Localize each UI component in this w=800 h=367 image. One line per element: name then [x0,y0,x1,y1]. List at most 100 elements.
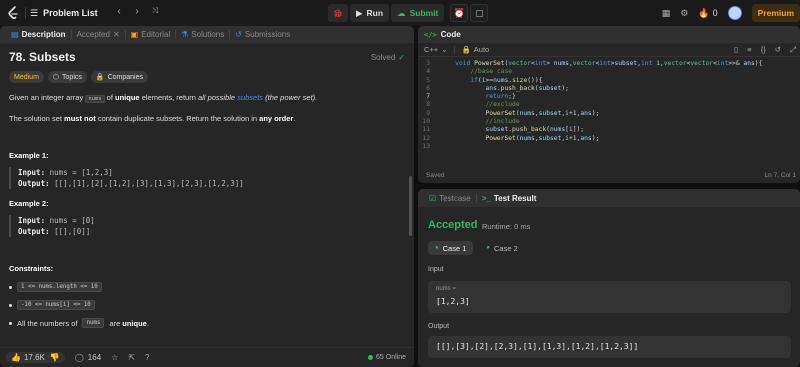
input-value: [1,2,3] [436,297,470,306]
leetcode-logo-icon[interactable] [5,5,21,21]
subsets-link[interactable]: subsets [237,93,263,102]
tab-solutions[interactable]: ⚗ Solutions [176,26,229,43]
problem-description: 78. Subsets Solved ✓ Medium ⬡ Topics 🔒 Com… [0,43,414,334]
run-button[interactable]: ▶ Run [350,4,390,22]
solved-label: Solved [370,52,396,62]
text: (the power set). [265,93,318,102]
expand-icon[interactable]: ⤢ [790,45,796,55]
notes-button[interactable]: ▢ [470,4,489,22]
language-label: C++ [424,45,439,54]
fire-icon[interactable]: 🔥 0 [698,8,717,19]
text: Given an integer array [9,93,84,102]
tab-label: Accepted [76,30,110,39]
line-number: 13 [422,142,430,150]
case-tabs: ● Case 1 ● Case 2 [428,241,525,255]
output-value: [[],[3],[2],[2,3],[1],[1,3],[1,2],[1,2,3… [436,342,639,351]
tab-label: Test Result [493,193,537,203]
problem-statement: Given an integer array nums of unique el… [9,92,405,105]
scrollbar[interactable] [409,176,412,236]
description-panel: ▤ Description Accepted ✕ ▣ Editorial ⚗ S… [0,26,414,367]
timer-button[interactable]: ⏰ [450,4,469,22]
tab-testcase[interactable]: ☑ Testcase [424,190,476,207]
code-text: PowerSet(nums,subset,i+1,ans); [485,134,600,142]
text: All the numbers of [17,318,78,328]
code-line: 5 if(i>=nums.size()){ [418,77,800,85]
pass-dot-icon: ● [486,245,491,251]
constraint-item: -10 <= nums[i] <= 10 [9,300,405,310]
divider [25,7,26,19]
case-1-tab[interactable]: ● Case 1 [428,241,474,255]
output-label: Output [428,323,450,330]
inline-code: nums [85,95,105,103]
line-number: 11 [422,126,430,134]
debug-button[interactable]: 🐞 [328,4,348,22]
shuffle-icon[interactable]: ⤨ [149,6,161,17]
terminal-icon: >_ [481,193,491,203]
bookmark-icon[interactable]: ▯ [734,45,738,55]
code-line: 8 //exclude [418,101,800,109]
code-lines[interactable]: 3 void PowerSet(vector<int> nums,vector<… [418,57,800,151]
auto-mode[interactable]: 🔒 Auto [461,45,489,54]
flask-icon: ⚗ [181,30,189,39]
companies-tag[interactable]: 🔒 Companies [90,71,149,83]
top-navbar: ☰ Problem List ‹ › ⤨ 🐞 ▶ Run ☁ Submit ⏰ … [0,0,800,26]
star-icon[interactable]: ☆ [111,353,118,362]
example-output: [[],[0]] [54,227,91,236]
code-text: void PowerSet(vector<int> nums,vector<in… [440,60,763,67]
submit-button[interactable]: ☁ Submit [391,4,445,22]
problem-list-button[interactable]: ☰ Problem List [30,6,98,20]
topics-label: Topics [62,73,82,81]
like-dislike: 👍 17.6K 👎 [6,352,65,363]
prev-problem-icon[interactable]: ‹ [113,6,125,17]
code-editor-panel: </> Code C++ ⌄ | 🔒 Auto ▯ ≡ {} ↺ ⤢ 3 void … [418,26,800,183]
language-select[interactable]: C++ ⌄ [424,45,447,54]
tab-label: Testcase [439,193,471,203]
input-label: Input [428,266,444,273]
text: elements, return [141,93,196,102]
thumbs-down-icon[interactable]: 👎 [50,353,60,362]
settings-icon[interactable]: ⚙ [680,8,688,19]
next-problem-icon[interactable]: › [131,6,143,17]
close-icon[interactable]: ✕ [113,30,120,39]
tab-description[interactable]: ▤ Description [6,26,71,43]
code-line: 6 ans.push_back(subset); [418,85,800,93]
difficulty-badge[interactable]: Medium [9,71,44,83]
braces-icon[interactable]: {} [761,45,766,55]
text: all possible [198,93,236,102]
code-line: 10 //include [418,118,800,126]
online-label: 65 Online [376,354,406,361]
avatar[interactable] [727,6,742,20]
thumbs-up-icon[interactable]: 👍 17.6K [11,353,45,362]
text: any order [259,114,294,123]
constraint-code: nums [82,318,105,328]
format-icon[interactable]: ≡ [747,45,751,55]
example-2: Input: nums = [0] Output: [[],[0]] [9,215,405,237]
case-2-tab[interactable]: ● Case 2 [479,241,524,255]
tab-editorial[interactable]: ▣ Editorial [126,26,175,43]
tab-accepted[interactable]: Accepted ✕ [72,26,125,43]
tab-test-result[interactable]: >_ Test Result [477,190,542,207]
result-status: Accepted [428,219,478,231]
line-number: 4 [426,68,430,76]
runtime-label: Runtime: 0 ms [482,222,531,231]
layout-icon[interactable]: ▦ [662,8,671,19]
description-footer: 👍 17.6K 👎 ◯ 164 ☆ ⇱ ? 65 Online [0,347,414,367]
constraints-title: Constraints: [9,264,54,273]
premium-label: Premium [757,8,794,18]
tab-submissions[interactable]: ↺ Submissions [230,26,295,43]
reset-icon[interactable]: ↺ [775,45,781,55]
tab-label: Submissions [244,30,291,39]
output-label: Output: [18,227,50,236]
bullet [9,285,12,289]
premium-button[interactable]: Premium [751,4,800,22]
like-count: 17.6K [23,353,45,362]
editor-actions: ▯ ≡ {} ↺ ⤢ [734,45,796,55]
code-text: if(i>=nums.size()){ [440,76,543,84]
topics-tag[interactable]: ⬡ Topics [47,71,87,83]
example-2-title: Example 2: [9,199,49,208]
help-icon[interactable]: ? [145,353,149,362]
comment-icon[interactable]: ◯ 164 [75,353,101,362]
check-circle-icon: ✓ [398,52,405,62]
share-icon[interactable]: ⇱ [128,353,135,362]
input-box: nums = [1,2,3] [428,281,791,313]
